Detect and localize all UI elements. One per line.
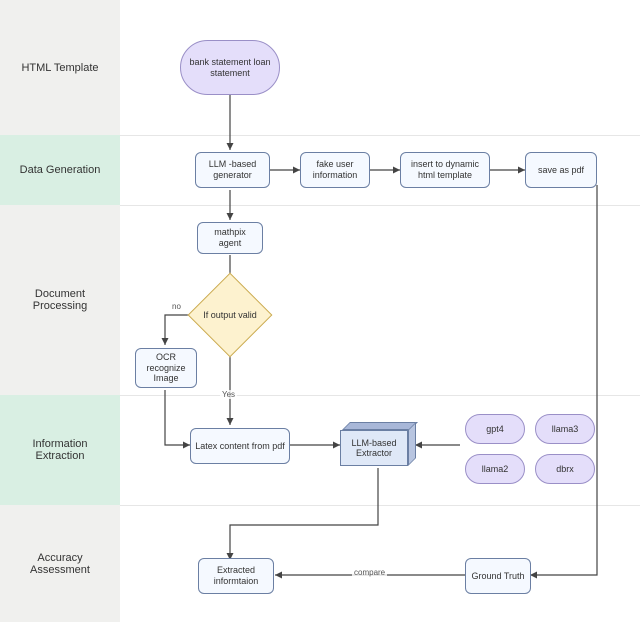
node-extracted-info: Extracted informtaion <box>198 558 274 594</box>
node-llm-extractor-label: LLM-based Extractor <box>340 430 408 466</box>
node-save-pdf: save as pdf <box>525 152 597 188</box>
lane-divider <box>120 205 640 206</box>
node-latex-content: Latex content from pdf <box>190 428 290 464</box>
node-llm-generator: LLM -based generator <box>195 152 270 188</box>
lane-data-generation: Data Generation <box>0 135 120 205</box>
lane-divider <box>120 135 640 136</box>
node-llama3: llama3 <box>535 414 595 444</box>
edge-label-yes: Yes <box>220 390 237 399</box>
lane-divider <box>120 395 640 396</box>
node-fake-user-info: fake user information <box>300 152 370 188</box>
swimlane-labels: HTML Template Data Generation Document P… <box>0 0 120 622</box>
lane-information-extraction: Information Extraction <box>0 395 120 505</box>
node-mathpix-agent: mathpix agent <box>197 222 263 254</box>
node-insert-template: insert to dynamic html template <box>400 152 490 188</box>
node-if-valid-label: If output valid <box>195 310 265 320</box>
node-dbrx: dbrx <box>535 454 595 484</box>
lane-divider <box>120 505 640 506</box>
edge-label-no: no <box>170 302 183 311</box>
node-llama2: llama2 <box>465 454 525 484</box>
edge-label-compare: compare <box>352 568 387 577</box>
flowchart-canvas: HTML Template Data Generation Document P… <box>0 0 640 622</box>
node-llm-extractor: LLM-based Extractor <box>340 430 408 466</box>
lane-document-processing: Document Processing <box>0 205 120 395</box>
lane-accuracy-assessment: Accuracy Assessment <box>0 505 120 622</box>
node-gpt4: gpt4 <box>465 414 525 444</box>
node-ground-truth: Ground Truth <box>465 558 531 594</box>
node-if-valid: If output valid <box>195 285 265 345</box>
node-ocr: OCR recognize Image <box>135 348 197 388</box>
lane-html-template: HTML Template <box>0 0 120 135</box>
node-start: bank statement loan statement <box>180 40 280 95</box>
